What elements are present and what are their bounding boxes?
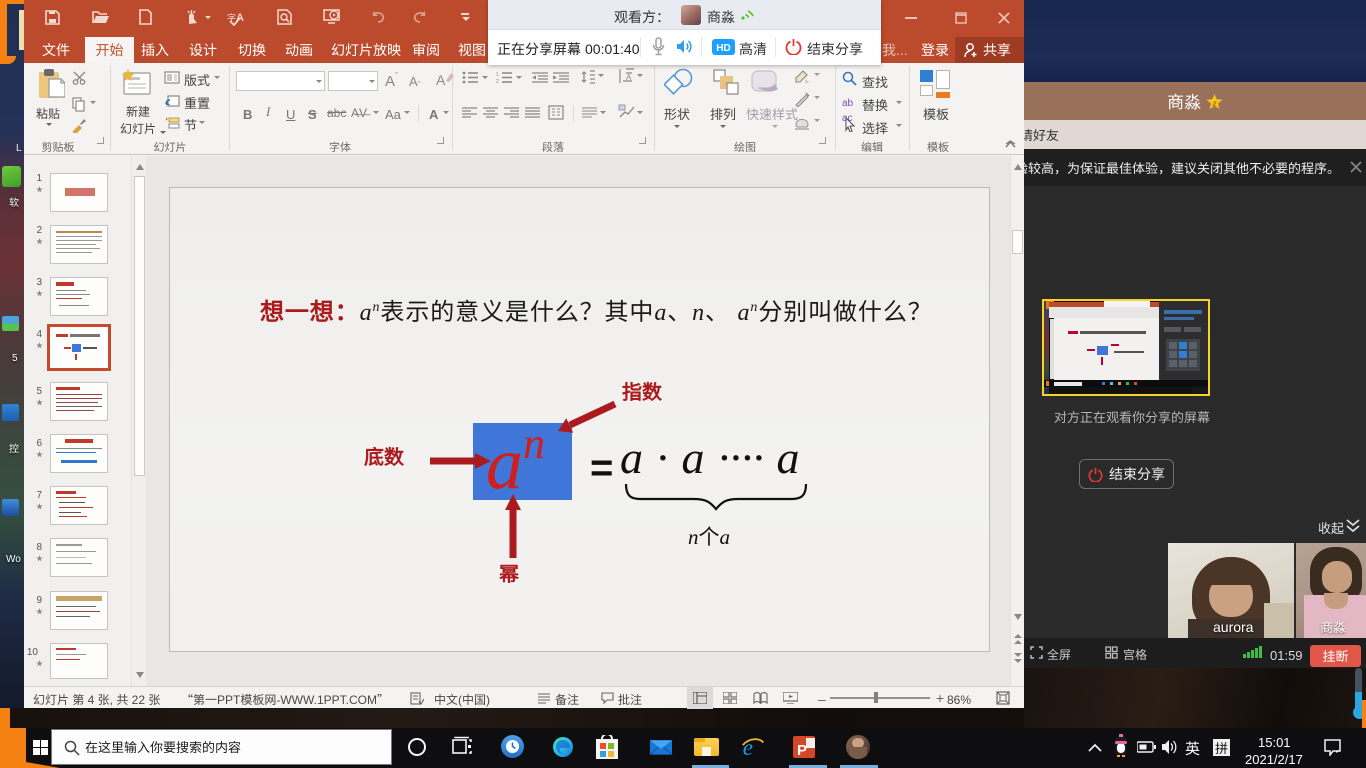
svg-text:e: e — [743, 735, 753, 759]
svg-text:z: z — [1211, 98, 1216, 109]
svg-text:2: 2 — [496, 78, 499, 84]
svg-text:1: 1 — [496, 71, 499, 78]
svg-text:A: A — [626, 72, 632, 83]
